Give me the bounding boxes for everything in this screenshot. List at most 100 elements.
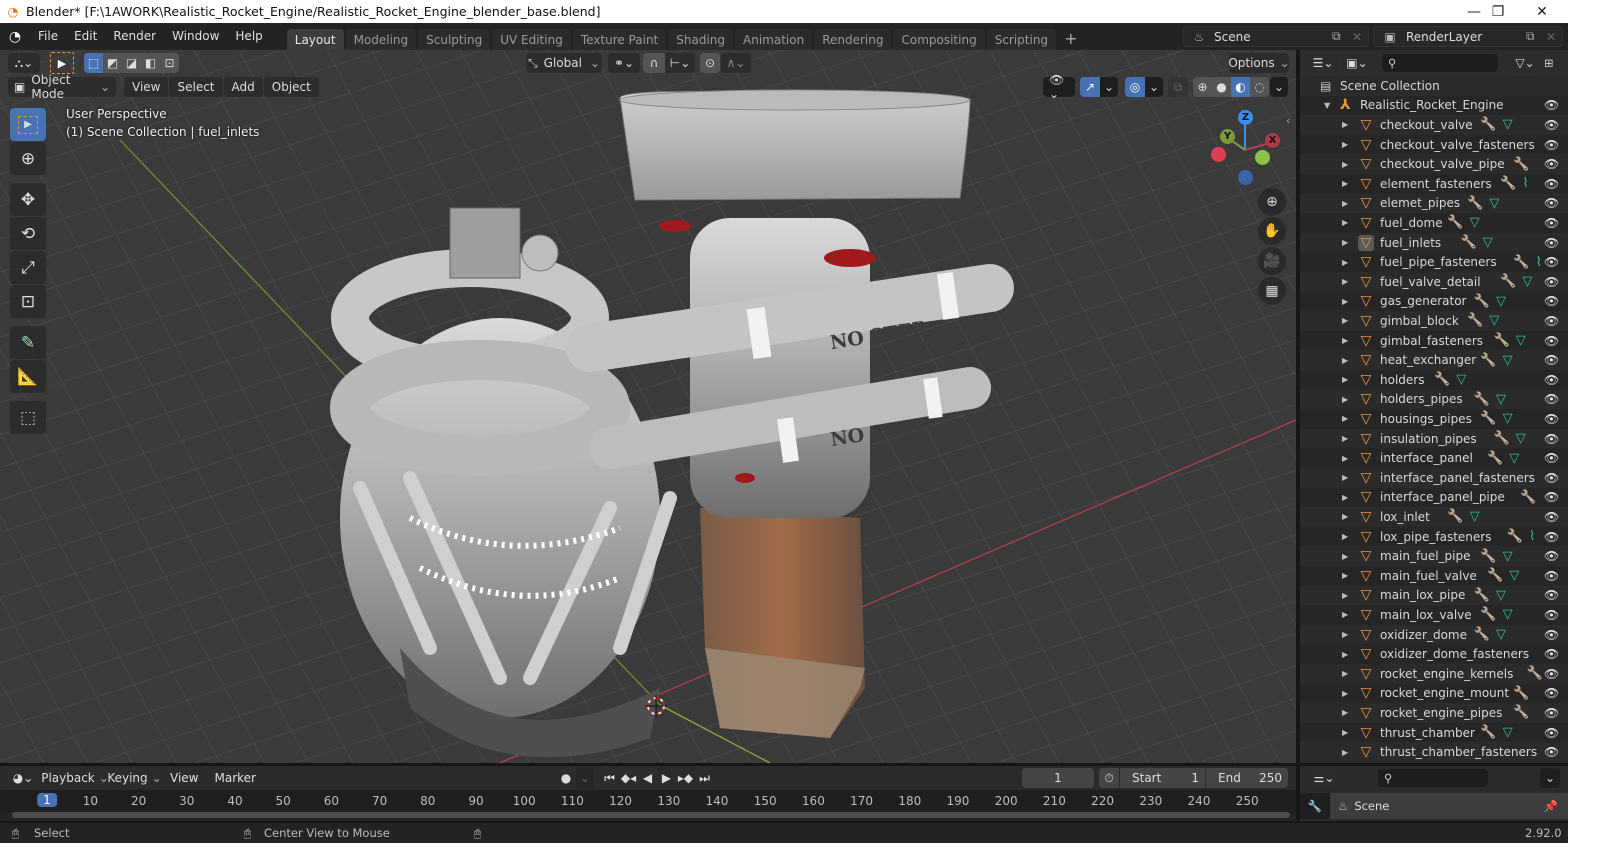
outliner-object-row[interactable]: ▶ ▽ main_fuel_valve 🔧 ▽ 👁 xyxy=(1300,566,1568,586)
outliner-scene-collection[interactable]: ▤ Scene Collection xyxy=(1300,76,1568,96)
snap-target-dropdown[interactable]: ⊢⌄ xyxy=(665,53,695,73)
gizmo-neg-y-axis[interactable] xyxy=(1255,150,1270,165)
modifier-wrench-icon[interactable]: 🔧 xyxy=(1474,392,1490,407)
modifier-wrench-icon[interactable]: 🔧 xyxy=(1467,313,1483,328)
outliner-object-row[interactable]: ▶ ▽ holders 🔧 ▽ 👁 xyxy=(1300,370,1568,390)
outliner-object-row[interactable]: ▶ ▽ interface_panel_pipe 🔧 👁 xyxy=(1300,487,1568,508)
outliner-object-row[interactable]: ▶ ▽ oxidizer_dome_fasteners 👁 xyxy=(1300,644,1568,664)
select-tool-indicator-icon[interactable]: ▶ xyxy=(50,52,74,74)
expand-arrow-icon[interactable]: ▶ xyxy=(1342,473,1348,482)
mesh-data-icon[interactable]: ▽ xyxy=(1496,588,1506,603)
mesh-data-icon[interactable]: ▽ xyxy=(1516,431,1526,446)
expand-arrow-icon[interactable]: ▶ xyxy=(1342,669,1348,678)
mesh-data-icon[interactable]: ▽ xyxy=(1503,607,1513,622)
visibility-eye-icon[interactable]: 👁 xyxy=(1544,196,1559,210)
keying-menu[interactable]: Keying ⌄ xyxy=(107,768,162,788)
expand-arrow-icon[interactable]: ▶ xyxy=(1342,493,1348,502)
modifier-wrench-icon[interactable]: 🔧 xyxy=(1474,588,1490,603)
outliner-search-input[interactable]: ⚲ xyxy=(1382,54,1498,72)
visibility-eye-icon[interactable]: 👁 xyxy=(1544,647,1559,661)
prev-keyframe-button[interactable]: ◆◂ xyxy=(619,768,638,788)
visibility-dropdown[interactable]: 👁⌄ xyxy=(1043,73,1075,101)
modifier-wrench-icon[interactable]: 🔧 xyxy=(1480,353,1496,368)
gizmo-neg-z-axis[interactable] xyxy=(1238,170,1253,185)
outliner-collection-row[interactable]: ▼ ⅄ Realistic_Rocket_Engine 👁 xyxy=(1300,95,1568,116)
menu-edit[interactable]: Edit xyxy=(66,23,105,50)
menu-render[interactable]: Render xyxy=(105,23,164,50)
jump-start-button[interactable]: ⏮ xyxy=(600,768,619,788)
outliner-object-row[interactable]: ▶ ▽ interface_panel 🔧 ▽ 👁 xyxy=(1300,448,1568,468)
modifier-wrench-icon[interactable]: 🔧 xyxy=(1474,294,1490,309)
falloff-dropdown[interactable]: ∧⌄ xyxy=(721,53,751,73)
outliner-object-row[interactable]: ▶ ▽ checkout_valve_pipe 🔧 👁 xyxy=(1300,154,1568,174)
expand-arrow-icon[interactable]: ▶ xyxy=(1342,748,1348,757)
expand-arrow-icon[interactable]: ▼ xyxy=(1324,101,1330,110)
pivot-point-dropdown[interactable]: ⚭⌄ xyxy=(608,53,640,73)
visibility-eye-icon[interactable]: 👁 xyxy=(1544,706,1559,720)
visibility-eye-icon[interactable]: 👁 xyxy=(1544,726,1559,740)
modifier-wrench-icon[interactable]: 🔧 xyxy=(1494,431,1510,446)
expand-arrow-icon[interactable]: ▶ xyxy=(1342,708,1348,717)
expand-arrow-icon[interactable]: ▶ xyxy=(1342,571,1348,580)
tool-select-box[interactable]: ▶ xyxy=(10,108,46,141)
add-workspace-button[interactable]: + xyxy=(1058,29,1083,48)
mode-subtract-icon[interactable]: ◪ xyxy=(122,53,141,73)
tool-rotate[interactable]: ⟲ xyxy=(10,217,46,250)
end-frame-field[interactable]: End 250 xyxy=(1206,768,1288,788)
current-frame-indicator[interactable]: 1 xyxy=(37,793,57,807)
outliner-object-row[interactable]: ▶ ▽ checkout_valve_fasteners 👁 xyxy=(1300,134,1568,155)
tab-rendering[interactable]: Rendering xyxy=(814,29,892,50)
maximize-button[interactable]: ❐ xyxy=(1476,0,1520,23)
timeline-editor-type[interactable]: ◕⌄ xyxy=(8,768,38,788)
mesh-data-icon[interactable]: ▽ xyxy=(1522,274,1532,289)
tab-texture-paint[interactable]: Texture Paint xyxy=(572,29,667,50)
play-button[interactable]: ▶ xyxy=(657,768,676,788)
tool-transform[interactable]: ⊡ xyxy=(10,285,46,318)
visibility-eye-icon[interactable]: 👁 xyxy=(1544,667,1559,681)
mesh-data-icon[interactable]: ▽ xyxy=(1509,451,1519,466)
modifier-wrench-icon[interactable]: 🔧 xyxy=(1480,725,1496,740)
shading-rendered[interactable]: ◌ xyxy=(1250,77,1269,97)
mesh-data-icon[interactable]: ▽ xyxy=(1503,117,1513,132)
mesh-data-icon[interactable]: ▽ xyxy=(1470,215,1480,230)
tool-add-cube[interactable]: ⬚ xyxy=(10,401,46,434)
expand-arrow-icon[interactable]: ▶ xyxy=(1342,160,1348,169)
expand-arrow-icon[interactable]: ▶ xyxy=(1342,395,1348,404)
tab-modeling[interactable]: Modeling xyxy=(345,29,417,50)
mode-invert-icon[interactable]: ◧ xyxy=(141,53,160,73)
snap-toggle[interactable]: ∩ xyxy=(643,53,665,73)
expand-arrow-icon[interactable]: ▶ xyxy=(1342,552,1348,561)
curve-data-icon[interactable]: ⌇ xyxy=(1522,176,1528,191)
outliner-object-row[interactable]: ▶ ▽ holders_pipes 🔧 ▽ 👁 xyxy=(1300,389,1568,410)
scene-selector[interactable]: ♨ Scene ⧉ ✕ xyxy=(1183,26,1369,47)
mesh-data-icon[interactable]: ▽ xyxy=(1489,196,1499,211)
timeline-view-menu[interactable]: View xyxy=(162,765,206,792)
mode-set-new-icon[interactable]: ⬚ xyxy=(84,53,103,73)
expand-arrow-icon[interactable]: ▶ xyxy=(1342,258,1348,267)
menu-view[interactable]: View xyxy=(124,77,169,97)
visibility-eye-icon[interactable]: 👁 xyxy=(1544,490,1559,504)
visibility-eye-icon[interactable]: 👁 xyxy=(1544,392,1559,406)
visibility-eye-icon[interactable]: 👁 xyxy=(1544,686,1559,700)
expand-arrow-icon[interactable]: ▶ xyxy=(1342,356,1348,365)
tab-animation[interactable]: Animation xyxy=(735,29,813,50)
mesh-data-icon[interactable]: ▽ xyxy=(1503,411,1513,426)
tool-measure[interactable]: 📐 xyxy=(10,360,46,393)
visibility-eye-icon[interactable]: 👁 xyxy=(1544,471,1559,485)
outliner-display-mode[interactable]: ☰⌄ xyxy=(1308,53,1338,73)
zoom-view-button[interactable]: ⊕ xyxy=(1258,188,1286,216)
outliner-object-row[interactable]: ▶ ▽ heat_exchanger 🔧 ▽ 👁 xyxy=(1300,350,1568,370)
outliner-object-row[interactable]: ▶ ▽ thrust_chamber_fasteners 👁 xyxy=(1300,742,1568,762)
visibility-eye-icon[interactable]: 👁 xyxy=(1544,314,1559,328)
outliner-object-row[interactable]: ▶ ▽ fuel_pipe_fasteners 🔧 ⌇ 👁 xyxy=(1300,252,1568,272)
properties-editor-type[interactable]: ⚌⌄ xyxy=(1308,768,1340,788)
visibility-eye-icon[interactable]: 👁 xyxy=(1544,118,1559,132)
expand-arrow-icon[interactable]: ▶ xyxy=(1342,218,1348,227)
start-frame-field[interactable]: Start 1 xyxy=(1120,768,1205,788)
visibility-eye-icon[interactable]: 👁 xyxy=(1544,216,1559,230)
visibility-eye-icon[interactable]: 👁 xyxy=(1544,530,1559,544)
properties-search-input[interactable]: ⚲ xyxy=(1378,769,1488,787)
blender-menu-icon[interactable]: ◔ xyxy=(0,29,30,45)
expand-arrow-icon[interactable]: ▶ xyxy=(1342,512,1348,521)
visibility-eye-icon[interactable]: 👁 xyxy=(1544,432,1559,446)
